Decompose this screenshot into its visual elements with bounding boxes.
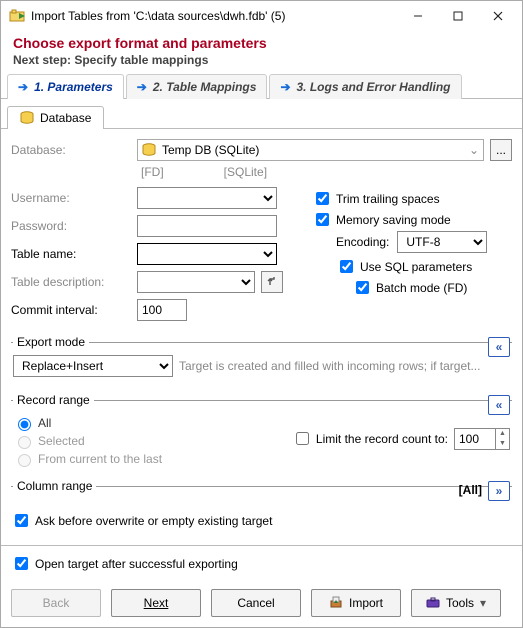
record-limit-spinner[interactable]: ▲▼ (496, 428, 510, 450)
tablename-select[interactable] (137, 243, 277, 265)
group-export-mode: Export mode (13, 335, 89, 349)
tab-parameters[interactable]: ➔ 1. Parameters (7, 74, 124, 99)
check-limit-record-count[interactable]: Limit the record count to: (292, 429, 448, 448)
group-record-range: Record range (13, 393, 94, 407)
toolbox-icon (426, 595, 440, 612)
label-username: Username: (11, 191, 131, 205)
export-mode-description: Target is created and filled with incomi… (179, 359, 510, 373)
chevron-right-double-icon: » (496, 484, 503, 498)
label-tablename: Table name: (11, 247, 131, 261)
window-title: Import Tables from 'C:\data sources\dwh.… (31, 9, 398, 23)
database-icon (142, 143, 156, 157)
database-icon (20, 111, 34, 125)
check-open-target-after[interactable]: Open target after successful exporting (11, 554, 512, 573)
collapse-export-button[interactable]: « (488, 337, 510, 357)
close-button[interactable] (478, 2, 518, 30)
expand-column-range-button[interactable]: » (488, 481, 510, 501)
arrow-right-icon: ➔ (280, 80, 290, 94)
import-button[interactable]: Import (311, 589, 401, 617)
check-use-sql-params[interactable]: Use SQL parameters (336, 257, 512, 276)
password-field[interactable] (137, 215, 277, 237)
chevron-left-double-icon: « (496, 340, 503, 354)
back-button: Back (11, 589, 101, 617)
chevron-down-icon: ▾ (480, 596, 486, 610)
radio-range-selected: Selected (13, 433, 162, 449)
database-browse-button[interactable]: ... (490, 139, 512, 161)
check-ask-before-overwrite[interactable]: Ask before overwrite or empty existing t… (11, 511, 512, 530)
page-title: Choose export format and parameters (13, 35, 512, 51)
username-field[interactable] (137, 187, 277, 209)
export-mode-select[interactable]: Replace+Insert (13, 355, 173, 377)
check-memory-saving[interactable]: Memory saving mode (312, 210, 512, 229)
next-button[interactable]: Next (111, 589, 201, 617)
import-icon (329, 595, 343, 612)
hint-fd: [FD] (141, 165, 164, 179)
tab-table-mappings[interactable]: ➔ 2. Table Mappings (126, 74, 268, 99)
page-subtitle: Next step: Specify table mappings (13, 53, 512, 67)
commit-interval-field[interactable] (137, 299, 187, 321)
check-batch-mode[interactable]: Batch mode (FD) (352, 278, 512, 297)
chevron-down-icon: ▼ (496, 439, 509, 449)
encoding-select[interactable]: UTF-8 (397, 231, 487, 253)
radio-range-all[interactable]: All (13, 415, 162, 431)
chevron-down-icon: ⌄ (469, 143, 479, 157)
chevron-up-icon: ▲ (496, 429, 509, 439)
label-database: Database: (11, 143, 131, 157)
database-select[interactable]: Temp DB (SQLite) ⌄ (137, 139, 484, 161)
app-icon (9, 8, 25, 24)
minimize-button[interactable] (398, 2, 438, 30)
subtab-database[interactable]: Database (7, 106, 104, 129)
undo-icon (266, 275, 278, 290)
maximize-button[interactable] (438, 2, 478, 30)
hint-sqlite: [SQLite] (224, 165, 267, 179)
label-password: Password: (11, 219, 131, 233)
collapse-record-range-button[interactable]: « (488, 395, 510, 415)
arrow-right-icon: ➔ (137, 80, 147, 94)
column-range-value: [All] (459, 483, 482, 497)
record-limit-field[interactable] (454, 428, 496, 450)
subtab-label: Database (40, 111, 91, 125)
arrow-right-icon: ➔ (18, 80, 28, 94)
tab-logs-errors[interactable]: ➔ 3. Logs and Error Handling (269, 74, 461, 99)
label-encoding: Encoding: (336, 235, 389, 249)
radio-range-fromcurrent: From current to the last (13, 451, 162, 467)
database-value: Temp DB (SQLite) (162, 143, 259, 157)
group-column-range: Column range (13, 479, 96, 493)
check-trim-trailing[interactable]: Trim trailing spaces (312, 189, 512, 208)
label-commit: Commit interval: (11, 303, 131, 317)
cancel-button[interactable]: Cancel (211, 589, 301, 617)
tools-button[interactable]: Tools ▾ (411, 589, 501, 617)
chevron-left-double-icon: « (496, 398, 503, 412)
label-tabledesc: Table description: (11, 275, 131, 289)
tabledesc-select[interactable] (137, 271, 255, 293)
tabledesc-undo-button[interactable] (261, 271, 283, 293)
